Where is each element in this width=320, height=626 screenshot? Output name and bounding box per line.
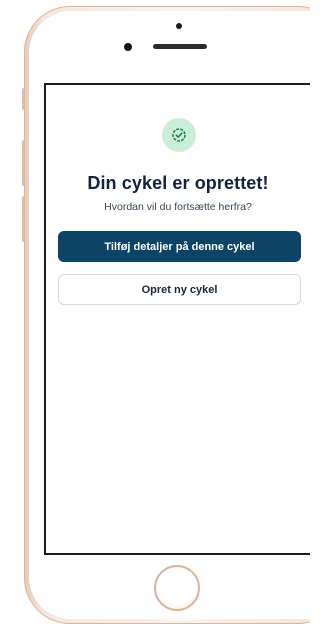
front-camera (176, 23, 182, 29)
home-button[interactable] (154, 565, 200, 611)
page-subtitle: Hvordan vil du fortsætte herfra? (104, 201, 252, 213)
add-bike-details-label: Tilføj detaljer på denne cykel (104, 240, 255, 253)
create-new-bike-button[interactable]: Opret ny cykel (58, 274, 301, 305)
proximity-sensor (124, 43, 132, 51)
app-screen: Din cykel er oprettet! Hvordan vil du fo… (44, 83, 310, 555)
create-new-bike-label: Opret ny cykel (141, 283, 218, 296)
speaker-grille (153, 44, 207, 49)
add-bike-details-button[interactable]: Tilføj detaljer på denne cykel (58, 231, 301, 262)
check-circle-icon (172, 128, 186, 142)
page-title: Din cykel er oprettet! (87, 173, 269, 193)
phone-mockup: Din cykel er oprettet! Hvordan vil du fo… (0, 0, 310, 626)
success-badge (162, 118, 196, 152)
